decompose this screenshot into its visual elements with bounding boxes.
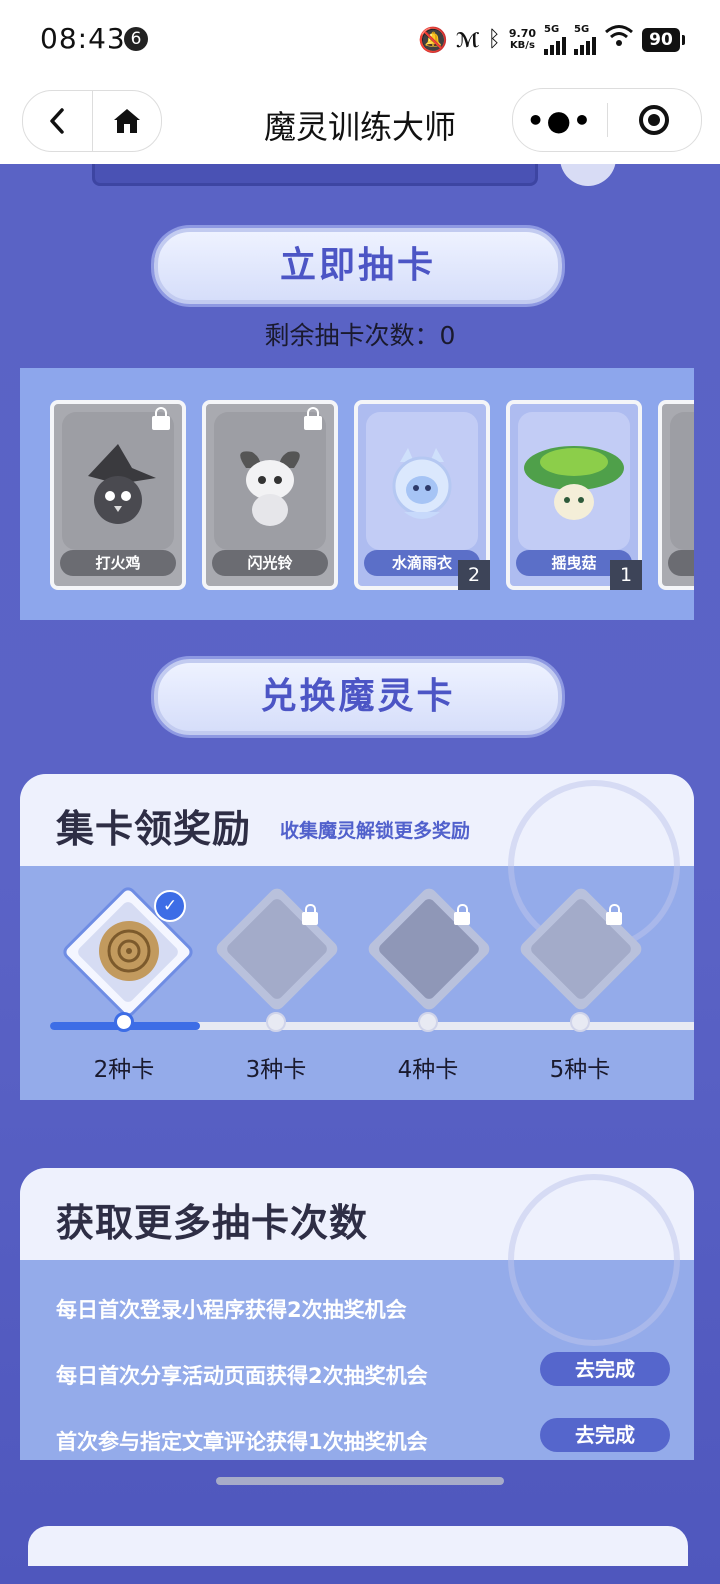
flash-bell-creature-icon xyxy=(222,438,318,538)
battery-indicator: 90 xyxy=(642,28,685,52)
status-bar: 08:43 6 🔕 ℳ ᛒ 9.70 KB/s 5G 5G 90 xyxy=(0,0,720,80)
lock-icon xyxy=(152,407,170,430)
collect-rewards-panel: 集卡领奖励 收集魔灵解锁更多奖励 ✓ 2种卡 3种卡 4种卡 5种卡 xyxy=(20,774,694,1100)
lock-icon xyxy=(606,904,622,925)
card-collection-strip[interactable]: 打火鸡 闪光铃 水滴雨衣 2 摇曳菇 1 xyxy=(20,368,694,620)
signal-2: 5G xyxy=(574,25,596,55)
main-content: 立即抽卡 剩余抽卡次数：0 打火鸡 闪光铃 水滴雨衣 2 摇曳菇 1 兑换魔灵卡… xyxy=(0,164,720,1584)
next-panel-edge xyxy=(28,1526,688,1566)
decoration-banner xyxy=(92,164,538,186)
status-icons: 🔕 ℳ ᛒ 9.70 KB/s 5G 5G 90 xyxy=(418,24,685,56)
mute-bell-icon: 🔕 xyxy=(418,26,448,54)
progress-node xyxy=(114,1012,134,1032)
lock-icon xyxy=(302,904,318,925)
net-speed-unit: KB/s xyxy=(509,40,535,51)
bluetooth-icon: ᛒ xyxy=(487,27,501,52)
more-button[interactable]: •●• xyxy=(513,104,607,137)
home-indicator[interactable] xyxy=(216,1477,504,1485)
progress-node xyxy=(570,1012,590,1032)
card-count-badge: 2 xyxy=(458,560,490,590)
close-button[interactable] xyxy=(608,105,702,135)
raindrop-raincoat-creature-icon xyxy=(374,438,470,538)
reward-tier-4[interactable] xyxy=(365,885,493,1013)
card-count-badge: 1 xyxy=(610,560,642,590)
swirl-decoration xyxy=(508,1174,680,1346)
panel-title: 获取更多抽卡次数 xyxy=(56,1201,369,1245)
net-speed-value: 9.70 xyxy=(508,27,536,40)
task-complete-button[interactable]: 去完成 xyxy=(540,1352,670,1386)
panel-header: 集卡领奖励 收集魔灵解锁更多奖励 xyxy=(20,774,694,952)
notification-count-badge: 6 xyxy=(124,27,148,51)
task-complete-button[interactable]: 去完成 xyxy=(540,1418,670,1452)
tier-label: 5种卡 xyxy=(549,1057,611,1083)
more-draws-panel: 获取更多抽卡次数 每日首次登录小程序获得2次抽奖机会 每日首次分享活动页面获得2… xyxy=(20,1168,694,1460)
progress-node xyxy=(418,1012,438,1032)
exchange-card-button[interactable]: 兑换魔灵卡 xyxy=(154,659,562,735)
mini-program-nav-bar: 魔灵训练大师 •●• xyxy=(0,80,720,164)
card-item[interactable]: 闪光铃 xyxy=(202,400,338,590)
check-icon: ✓ xyxy=(154,890,186,922)
tier-label: 2种卡 xyxy=(93,1057,155,1083)
target-icon xyxy=(639,105,670,135)
signal-2-label: 5G xyxy=(574,24,590,35)
fire-chicken-creature-icon xyxy=(70,438,166,538)
reward-tier-3[interactable] xyxy=(213,885,341,1013)
progress-node xyxy=(266,1012,286,1032)
nfc-icon: ℳ xyxy=(455,28,480,52)
panel-header: 获取更多抽卡次数 xyxy=(20,1168,694,1346)
card-name: 打火鸡 xyxy=(60,550,176,576)
lock-icon xyxy=(304,407,322,430)
remaining-draws-text: 剩余抽卡次数：0 xyxy=(264,321,456,350)
task-text: 首次参与指定文章评论获得1次抽奖机会 xyxy=(56,1430,428,1454)
signal-bars-icon xyxy=(574,35,596,55)
panel-subtitle: 收集魔灵解锁更多奖励 xyxy=(280,820,471,842)
wifi-icon xyxy=(604,24,634,56)
coin-reward-icon xyxy=(94,916,164,990)
draw-card-button[interactable]: 立即抽卡 xyxy=(154,228,562,304)
signal-1: 5G xyxy=(544,25,566,55)
card-item[interactable]: 打火鸡 xyxy=(50,400,186,590)
signal-1-label: 5G xyxy=(544,24,560,35)
card-item[interactable]: 摇曳菇 1 xyxy=(506,400,642,590)
lock-icon xyxy=(454,904,470,925)
panel-title: 集卡领奖励 xyxy=(56,807,252,851)
more-dots-icon: •●• xyxy=(526,103,593,137)
task-text: 每日首次分享活动页面获得2次抽奖机会 xyxy=(56,1364,428,1388)
collect-progress-bar xyxy=(50,1022,694,1030)
net-speed: 9.70 KB/s xyxy=(509,28,536,52)
card-name: 闪光铃 xyxy=(212,550,328,576)
nav-right-capsule: •●• xyxy=(512,88,702,152)
swaying-mushroom-creature-icon xyxy=(519,438,629,538)
signal-bars-icon xyxy=(544,35,566,55)
status-time: 08:43 xyxy=(40,22,126,55)
task-text: 每日首次登录小程序获得2次抽奖机会 xyxy=(56,1298,407,1322)
tier-label: 4种卡 xyxy=(397,1057,459,1083)
card-item-partial[interactable] xyxy=(658,400,694,590)
card-name-partial xyxy=(668,550,694,576)
card-item[interactable]: 水滴雨衣 2 xyxy=(354,400,490,590)
tier-label: 3种卡 xyxy=(245,1057,307,1083)
decoration-shape xyxy=(560,164,616,186)
